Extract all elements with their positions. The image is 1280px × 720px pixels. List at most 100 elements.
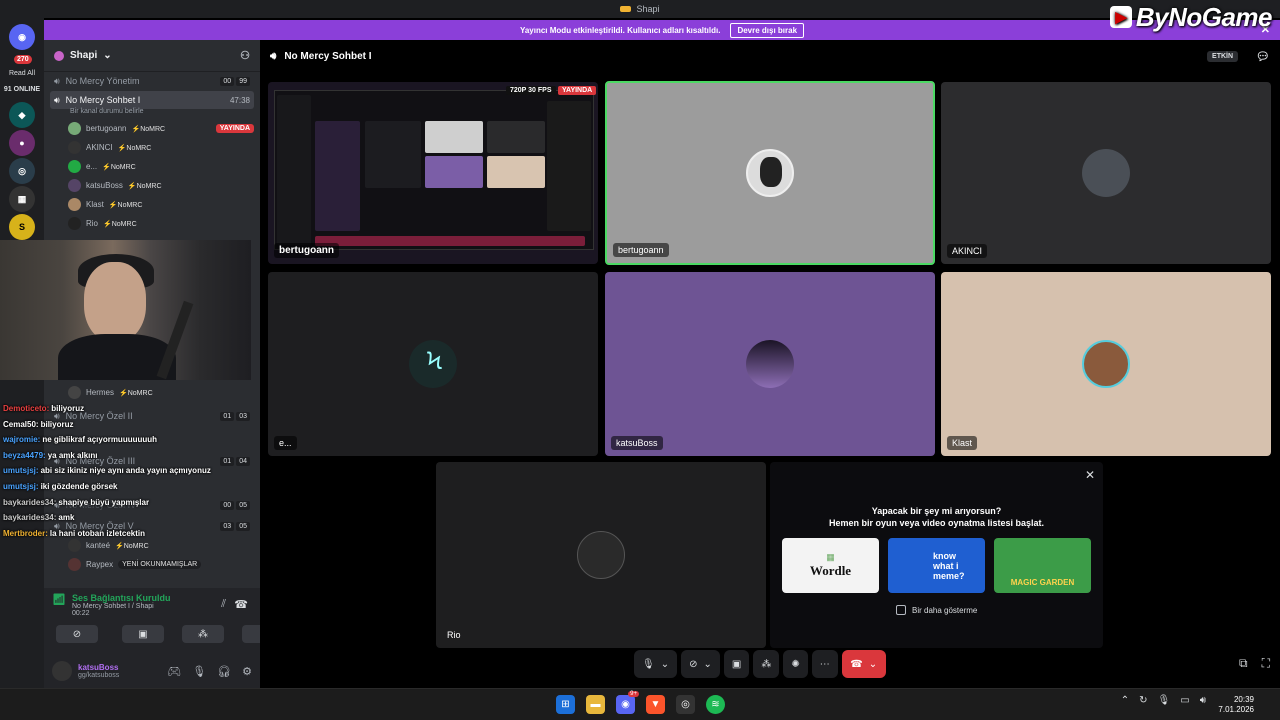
- participant-tile-speaking[interactable]: bertugoann: [605, 81, 935, 265]
- server-icon-shapi[interactable]: S: [9, 214, 35, 240]
- add-member-icon[interactable]: ⚇: [240, 49, 250, 62]
- game-card-wordle[interactable]: ▦ Wordle: [782, 538, 879, 593]
- member-item[interactable]: AKINCI ⚡NoMRC: [68, 139, 254, 156]
- camera-toggle-button[interactable]: ⊘: [56, 625, 98, 643]
- username[interactable]: katsuBoss: [78, 663, 119, 672]
- member-name: Rio: [86, 219, 99, 228]
- microphone-icon[interactable]: 🎙︎: [1158, 695, 1171, 706]
- game-card-know-what-i-meme[interactable]: know what i meme?: [888, 538, 985, 593]
- monitor-icon[interactable]: ▭: [1180, 695, 1189, 706]
- server-icon-2[interactable]: ●: [9, 130, 35, 156]
- shared-tile-thumb: [425, 156, 483, 188]
- dont-show-again-checkbox[interactable]: Bir daha gösterme: [896, 605, 977, 615]
- chat-bubble-icon[interactable]: 💬︎: [1256, 50, 1270, 63]
- server-icon-4[interactable]: ▦: [9, 186, 35, 212]
- avatar: [68, 122, 81, 135]
- activities-icon: ⁂: [198, 628, 208, 640]
- voice-channel-path[interactable]: No Mercy Sohbet I / Shapi: [72, 603, 171, 610]
- shared-sidebar: [315, 121, 360, 231]
- member-name: kanteé: [86, 541, 111, 550]
- server-avatar-icon: [54, 50, 64, 61]
- checkbox[interactable]: [896, 605, 906, 615]
- microphone-icon[interactable]: 🎙︎: [192, 665, 206, 678]
- screen-share-button[interactable]: ▣: [122, 625, 164, 643]
- discord-icon[interactable]: ◉ 9+: [616, 691, 639, 714]
- avatar: [1082, 149, 1130, 197]
- chat-user: wajromie:: [3, 435, 41, 444]
- microphone-icon: 🎙︎: [642, 658, 655, 670]
- activities-button[interactable]: ⁂: [753, 650, 780, 678]
- member-item[interactable]: Rio ⚡NoMRC: [68, 215, 254, 232]
- member-item[interactable]: bertugoann ⚡NoMRC YAYINDA: [68, 120, 254, 137]
- channel-status[interactable]: Bir kanal durumu belirle: [70, 108, 144, 115]
- soundboard-icon: ✺: [791, 658, 800, 670]
- more-button[interactable]: ⋯: [811, 650, 838, 678]
- screen-share-button[interactable]: ▣: [723, 650, 750, 678]
- noise-suppression-icon[interactable]: ⫽: [221, 598, 226, 611]
- participant-tile[interactable]: Ϟ e...: [268, 272, 598, 456]
- live-badge: YAYINDA: [215, 124, 254, 133]
- game-card-magic-garden[interactable]: MAGIC GARDEN: [994, 538, 1091, 593]
- brave-browser-icon[interactable]: ▼: [646, 695, 665, 714]
- gamepad-icon[interactable]: 🎮︎: [167, 665, 181, 678]
- settings-gear-icon[interactable]: ⚙: [242, 665, 252, 678]
- chat-text: abi siz ikiniz niye aynı anda yayın açmı…: [40, 466, 211, 475]
- avatar[interactable]: [52, 661, 72, 681]
- chat-text: biliyoruz: [40, 420, 74, 429]
- soundboard-button[interactable]: ✺: [783, 650, 808, 678]
- end-call-button[interactable]: ☎ ⌄: [841, 650, 886, 678]
- taskbar: ⊞ ▬ ◉ 9+ ▼ ◎ ≋ ⌃ ↻ 🎙︎ ▭ 🔊︎ 20:39 7.01.202…: [0, 688, 1280, 720]
- headphones-icon[interactable]: 🎧︎: [217, 665, 231, 678]
- participant-tile[interactable]: AKINCI: [941, 82, 1271, 264]
- mute-button[interactable]: 🎙︎ ⌄: [634, 650, 678, 678]
- member-item[interactable]: e... ⚡NoMRC: [68, 158, 254, 175]
- sync-icon[interactable]: ↻: [1139, 695, 1147, 706]
- disable-streamer-mode-button[interactable]: Devre dışı bırak: [730, 22, 805, 38]
- clock-date: 7.01.2026: [1218, 705, 1254, 714]
- participant-tile[interactable]: Rio: [436, 462, 766, 648]
- participant-tile[interactable]: katsuBoss: [605, 272, 935, 456]
- soundboard-button[interactable]: ✺: [242, 625, 260, 643]
- call-header: 🔊︎ No Mercy Sohbet I ETKİN 💬︎: [260, 40, 1280, 72]
- server-icon-3[interactable]: ◎: [9, 158, 35, 184]
- chat-user: baykarides34:: [3, 513, 57, 522]
- voice-channel-yonetim[interactable]: 🔊︎ No Mercy Yönetim 00 99: [50, 72, 254, 90]
- chat-text: ya amk alkını: [47, 451, 98, 460]
- screen-share-tile[interactable]: 720P 30 FPS YAYINDA bertugoann: [268, 82, 598, 264]
- user-limit: 99: [236, 76, 250, 86]
- chevron-up-icon[interactable]: ⌃: [1121, 695, 1129, 706]
- clock[interactable]: 20:39 7.01.2026: [1218, 695, 1254, 715]
- member-item[interactable]: katsuBoss ⚡NoMRC: [68, 177, 254, 194]
- spotify-icon[interactable]: ≋: [706, 695, 725, 714]
- new-unreads-pill[interactable]: YENİ OKUNMAMIŞLAR: [118, 560, 202, 569]
- member-tag: ⚡NoMRC: [102, 163, 136, 171]
- voice-channel-sohbet-1[interactable]: 🔊︎ No Mercy Sohbet I 47:38: [50, 91, 254, 109]
- close-icon[interactable]: ✕: [1085, 468, 1095, 482]
- activity-indicator[interactable]: ETKİN: [1207, 50, 1239, 62]
- read-all-button[interactable]: Read All: [0, 70, 44, 77]
- volume-icon[interactable]: 🔊︎: [1200, 695, 1206, 706]
- popout-icon[interactable]: ⧉: [1239, 656, 1248, 671]
- activities-button[interactable]: ⁂: [182, 625, 224, 643]
- activities-icon: ⁂: [761, 658, 772, 670]
- disconnect-icon[interactable]: ☎: [234, 598, 248, 611]
- tile-username: katsuBoss: [611, 436, 663, 450]
- camera-button[interactable]: ⊘ ⌄: [681, 650, 720, 678]
- app-icon: [620, 6, 632, 12]
- unread-badge: 270: [14, 55, 32, 64]
- voice-status[interactable]: Ses Bağlantısı Kuruldu: [72, 593, 171, 603]
- member-item[interactable]: Hermes ⚡NoMRC: [68, 384, 254, 401]
- file-explorer-icon[interactable]: ▬: [586, 695, 605, 714]
- participant-tile[interactable]: Klast: [941, 272, 1271, 456]
- member-item[interactable]: Klast ⚡NoMRC: [68, 196, 254, 213]
- voice-duration: 00:22: [71, 610, 90, 617]
- server-icon-1[interactable]: ◆: [9, 102, 35, 128]
- fullscreen-icon[interactable]: ⛶: [1262, 656, 1270, 671]
- windows-start-icon[interactable]: ⊞: [556, 695, 575, 714]
- shared-tile-thumb: [425, 121, 483, 153]
- server-header[interactable]: Shapi ⌄ ⚇: [44, 40, 260, 72]
- member-item[interactable]: Raypex YENİ OKUNMAMIŞLAR: [68, 556, 254, 573]
- obs-icon[interactable]: ◎: [676, 695, 695, 714]
- discord-home-icon[interactable]: ◉: [9, 24, 35, 50]
- voice-connection-panel: 📶︎ Ses Bağlantısı Kuruldu No Mercy Sohbe…: [44, 588, 260, 688]
